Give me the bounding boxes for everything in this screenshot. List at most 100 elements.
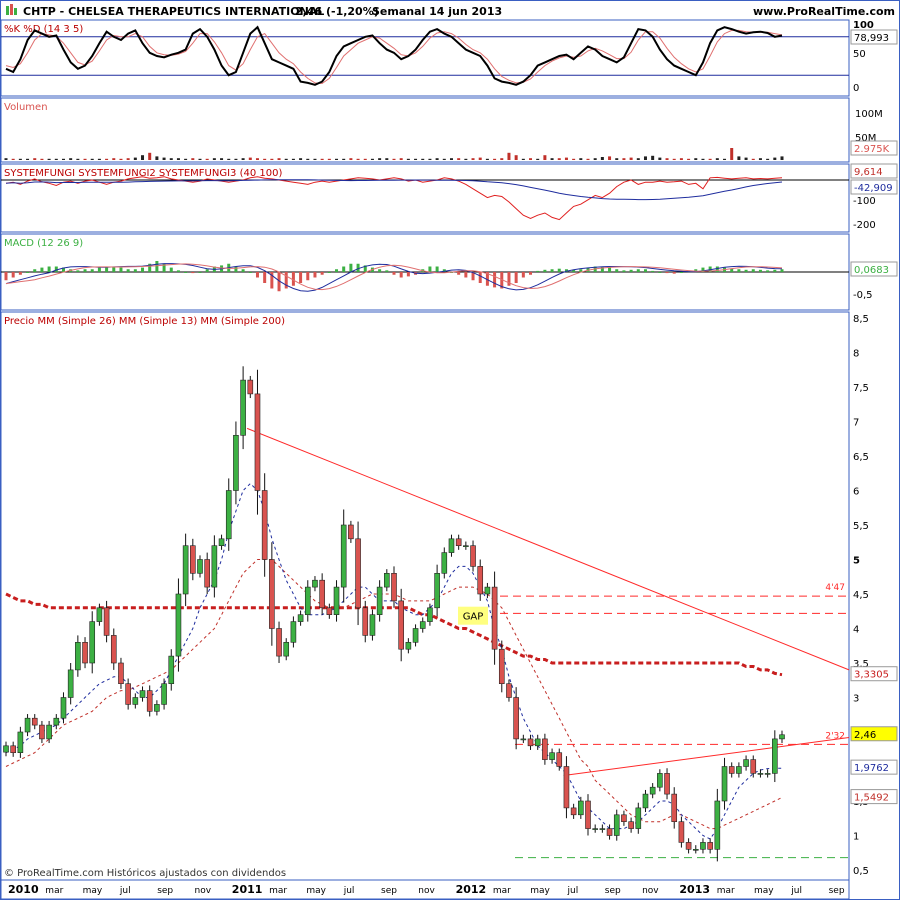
candle-body <box>290 621 297 643</box>
candle-body <box>89 621 96 664</box>
macd-hist-bar <box>428 266 432 272</box>
gap-label: GAP <box>463 612 484 623</box>
candle-body <box>39 724 45 740</box>
volume-bar <box>586 158 590 160</box>
x-axis-label: mar <box>717 886 735 896</box>
candle-body <box>570 807 577 816</box>
candle-body <box>534 738 541 747</box>
candle-body <box>621 814 627 822</box>
volume-bar <box>392 158 396 160</box>
volume-bar <box>126 158 130 160</box>
candle-body <box>355 538 361 609</box>
outer-frame <box>0 0 900 900</box>
price-tick-label: 6 <box>853 487 859 498</box>
candle-body <box>319 579 325 609</box>
volume-bar <box>349 158 353 160</box>
candle-body <box>549 752 555 760</box>
macd-hist-bar <box>327 272 331 273</box>
macd-hist-bar <box>550 269 554 272</box>
macd-last-value: 0,0683 <box>854 265 889 276</box>
macd-hist-bar <box>198 272 202 273</box>
macd-hist-bar <box>40 267 44 272</box>
volume-bar <box>33 158 37 160</box>
stoch-tick-label: 50 <box>853 49 866 60</box>
macd-hist-bar <box>651 270 655 272</box>
candle-body <box>491 586 498 650</box>
volume-bar <box>169 158 173 160</box>
volume-bar <box>758 158 762 160</box>
volume-bar <box>69 158 73 160</box>
candle-body <box>506 683 512 698</box>
macd-hist-bar <box>658 272 662 273</box>
price-tick-label: 5 <box>853 556 860 567</box>
candle-body <box>391 572 397 602</box>
price-label: Precio MM (Simple 26) MM (Simple 13) MM … <box>4 316 285 327</box>
ma13-last-value: 1,9762 <box>854 763 889 774</box>
volume-bar <box>184 158 188 160</box>
price-last-value: 2,46 <box>854 730 876 741</box>
price-tick-label: 3 <box>853 694 859 705</box>
volume-bar <box>54 158 58 160</box>
volume-tick-label: 100M <box>855 109 883 120</box>
candle-body <box>563 766 570 809</box>
volume-bar <box>658 157 662 160</box>
macd-hist-bar <box>184 272 188 273</box>
candle-body <box>470 545 476 567</box>
candle-body <box>419 621 426 629</box>
macd-hist-bar <box>18 272 22 275</box>
volume-bar <box>363 158 367 160</box>
candle-body <box>599 828 606 830</box>
macd-hist-bar <box>435 266 439 272</box>
volume-bar <box>378 158 382 160</box>
volume-bar <box>550 158 554 160</box>
macd-hist-bar <box>26 272 30 273</box>
macd-hist-bar <box>47 266 51 272</box>
candle-body <box>455 538 462 546</box>
macd-tick-label: -0,5 <box>853 290 873 301</box>
volume-bar <box>97 158 101 160</box>
candle-body <box>728 766 735 774</box>
candle-body <box>125 683 131 705</box>
candle-body <box>427 607 433 622</box>
volume-bar <box>780 156 784 160</box>
header-site[interactable]: www.ProRealTime.com <box>753 5 895 18</box>
macd-hist-bar <box>90 269 94 272</box>
macd-hist-bar <box>758 269 762 272</box>
macd-hist-bar <box>291 272 295 286</box>
candle-body <box>17 731 24 754</box>
price-tick-label: 1 <box>853 832 859 843</box>
macd-hist-bar <box>385 270 389 272</box>
macd-label: MACD (12 26 9) <box>4 238 83 249</box>
volume-bar <box>320 158 324 160</box>
header-symbol: CHTP - CHELSEA THERAPEUTICS INTERNATIONA… <box>23 5 324 18</box>
macd-hist-bar <box>744 269 748 272</box>
volume-bar <box>270 158 274 160</box>
x-axis-label: may <box>83 886 103 896</box>
volume-bar <box>773 157 777 160</box>
volume-bar <box>105 158 109 160</box>
x-axis-label: sep <box>829 886 845 896</box>
macd-hist-bar <box>169 267 173 272</box>
volume-last-value: 2.975K <box>854 144 890 155</box>
macd-hist-bar <box>478 272 482 283</box>
candle-body <box>211 545 218 588</box>
candle-body <box>46 724 52 740</box>
macd-hist-bar <box>608 267 612 272</box>
candle-body <box>700 842 706 850</box>
candle-body <box>757 773 764 775</box>
volume-bar <box>299 158 303 160</box>
macd-hist-bar <box>536 270 540 272</box>
volume-bar <box>643 156 647 160</box>
volume-bar <box>26 158 30 160</box>
candle-body <box>362 607 369 636</box>
macd-hist-bar <box>679 272 683 273</box>
volume-bar <box>572 158 576 160</box>
candle-body <box>75 641 81 671</box>
volume-bar <box>227 158 231 160</box>
x-axis-label: 2011 <box>232 883 263 896</box>
volume-bar <box>694 158 698 160</box>
volume-bar <box>672 158 676 160</box>
volume-bar <box>514 155 518 160</box>
volume-bar <box>370 158 374 160</box>
price-tick-label: 7,5 <box>853 383 869 394</box>
